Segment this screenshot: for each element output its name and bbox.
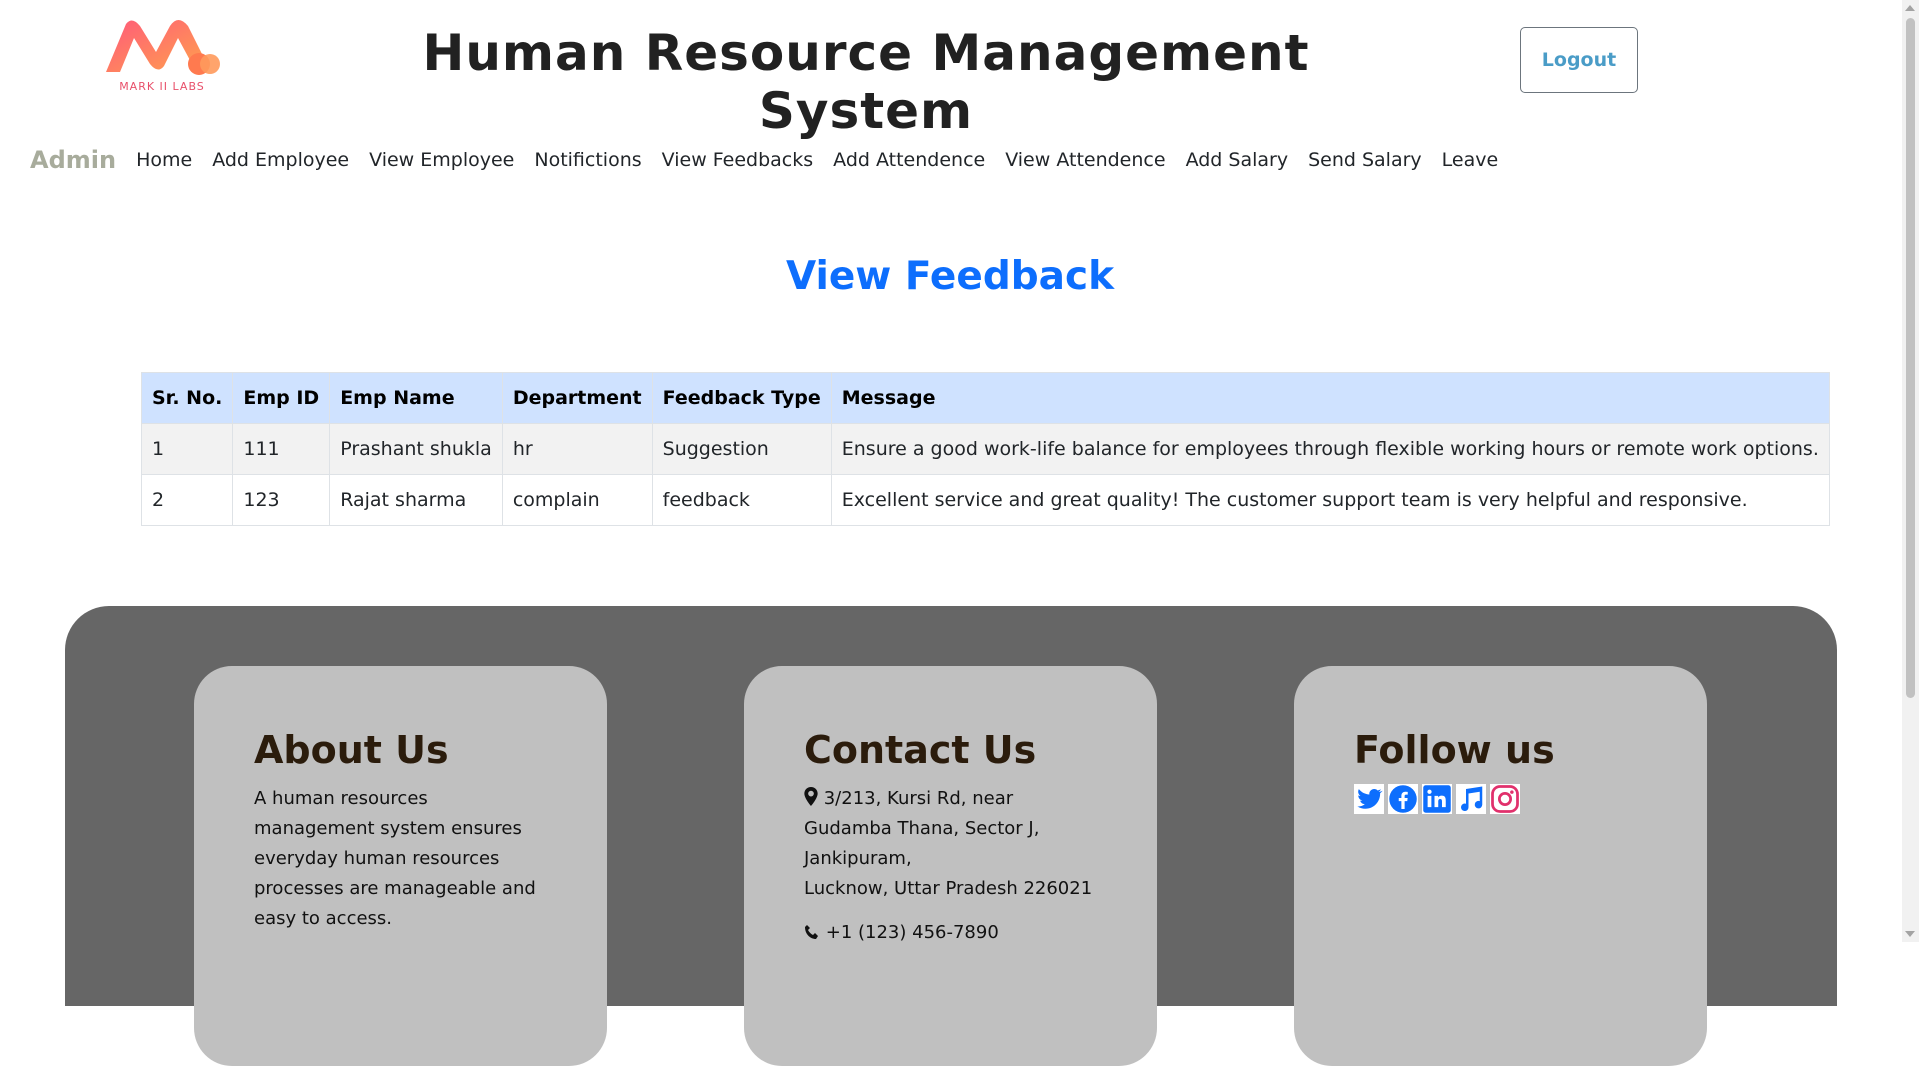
column-header-department: Department — [501, 372, 653, 424]
column-header-emp-id: Emp ID — [232, 372, 331, 424]
scroll-down-arrow-icon[interactable] — [1905, 931, 1915, 937]
site-title: Human Resource Management System — [422, 24, 1310, 140]
column-header-message: Message — [830, 372, 1830, 424]
about-us-title: About Us — [254, 728, 449, 772]
address-line: Lucknow, Uttar Pradesh 226021 — [804, 878, 1093, 899]
address-line: Gudamba Thana, Sector J, — [804, 818, 1040, 839]
nav-view-attendance[interactable]: View Attendence — [995, 149, 1175, 171]
logo-text: MARK II LABS — [119, 80, 205, 93]
scroll-up-arrow-icon[interactable] — [1905, 5, 1915, 11]
cell-department: hr — [501, 423, 653, 475]
nav-leave[interactable]: Leave — [1432, 149, 1509, 171]
column-header-sr-no: Sr. No. — [140, 372, 234, 424]
column-header-feedback-type: Feedback Type — [651, 372, 832, 424]
contact-address: 3/213, Kursi Rd, near Gudamba Thana, Sec… — [804, 784, 1107, 904]
phone-number: +1 (123) 456-7890 — [825, 922, 999, 943]
page-scrollbar[interactable] — [1902, 0, 1919, 942]
nav-home[interactable]: Home — [126, 149, 202, 171]
nav-add-employee[interactable]: Add Employee — [202, 149, 359, 171]
cell-emp-name: Rajat sharma — [329, 474, 503, 526]
contact-us-card: Contact Us 3/213, Kursi Rd, near Gudamba… — [744, 666, 1157, 1066]
mark-ii-labs-logo: MARK II LABS — [104, 18, 220, 96]
music-icon[interactable] — [1456, 784, 1486, 814]
cell-message: Excellent service and great quality! The… — [830, 474, 1830, 526]
linkedin-icon[interactable] — [1422, 784, 1452, 814]
cell-emp-name: Prashant shukla — [329, 423, 503, 475]
site-footer: About Us A human resources management sy… — [65, 606, 1837, 1066]
phone-icon — [805, 925, 818, 939]
address-line: 3/213, Kursi Rd, near — [823, 788, 1014, 809]
social-icons — [1354, 784, 1657, 814]
cell-emp-id: 123 — [232, 474, 331, 526]
contact-phone: +1 (123) 456-7890 — [804, 918, 1107, 948]
cell-department: complain — [501, 474, 653, 526]
instagram-icon[interactable] — [1490, 784, 1520, 814]
logo-mark-icon — [106, 20, 220, 75]
feedback-table: Sr. No. Emp ID Emp Name Department Feedb… — [140, 372, 1830, 526]
facebook-icon[interactable] — [1388, 784, 1418, 814]
cell-feedback-type: Suggestion — [651, 423, 832, 475]
column-header-emp-name: Emp Name — [329, 372, 503, 424]
twitter-icon[interactable] — [1354, 784, 1384, 814]
nav-notifications[interactable]: Notifictions — [524, 149, 651, 171]
contact-us-title: Contact Us — [804, 728, 1037, 772]
follow-us-title: Follow us — [1354, 728, 1555, 772]
table-row: 2 123 Rajat sharma complain feedback Exc… — [140, 474, 1830, 526]
about-us-text: A human resources management system ensu… — [254, 788, 536, 929]
nav-view-employee[interactable]: View Employee — [359, 149, 524, 171]
follow-us-card: Follow us — [1294, 666, 1707, 1066]
cell-sr-no: 2 — [140, 474, 234, 526]
cell-sr-no: 1 — [140, 423, 234, 475]
nav-add-salary[interactable]: Add Salary — [1176, 149, 1299, 171]
scrollbar-thumb[interactable] — [1906, 18, 1915, 698]
table-row: 1 111 Prashant shukla hr Suggestion Ensu… — [140, 423, 1830, 475]
main-navbar: Admin Home Add Employee View Employee No… — [30, 142, 1508, 178]
cell-feedback-type: feedback — [651, 474, 832, 526]
page-heading: View Feedback — [785, 254, 1115, 299]
nav-add-attendance[interactable]: Add Attendence — [823, 149, 995, 171]
address-line: Jankipuram, — [804, 848, 912, 869]
location-pin-icon — [804, 787, 818, 806]
navbar-brand[interactable]: Admin — [30, 146, 116, 174]
nav-send-salary[interactable]: Send Salary — [1298, 149, 1432, 171]
nav-view-feedbacks[interactable]: View Feedbacks — [652, 149, 824, 171]
about-us-card: About Us A human resources management sy… — [194, 666, 607, 1066]
table-header-row: Sr. No. Emp ID Emp Name Department Feedb… — [140, 372, 1830, 424]
cell-message: Ensure a good work-life balance for empl… — [830, 423, 1830, 475]
logout-button[interactable]: Logout — [1520, 27, 1638, 93]
cell-emp-id: 111 — [232, 423, 331, 475]
